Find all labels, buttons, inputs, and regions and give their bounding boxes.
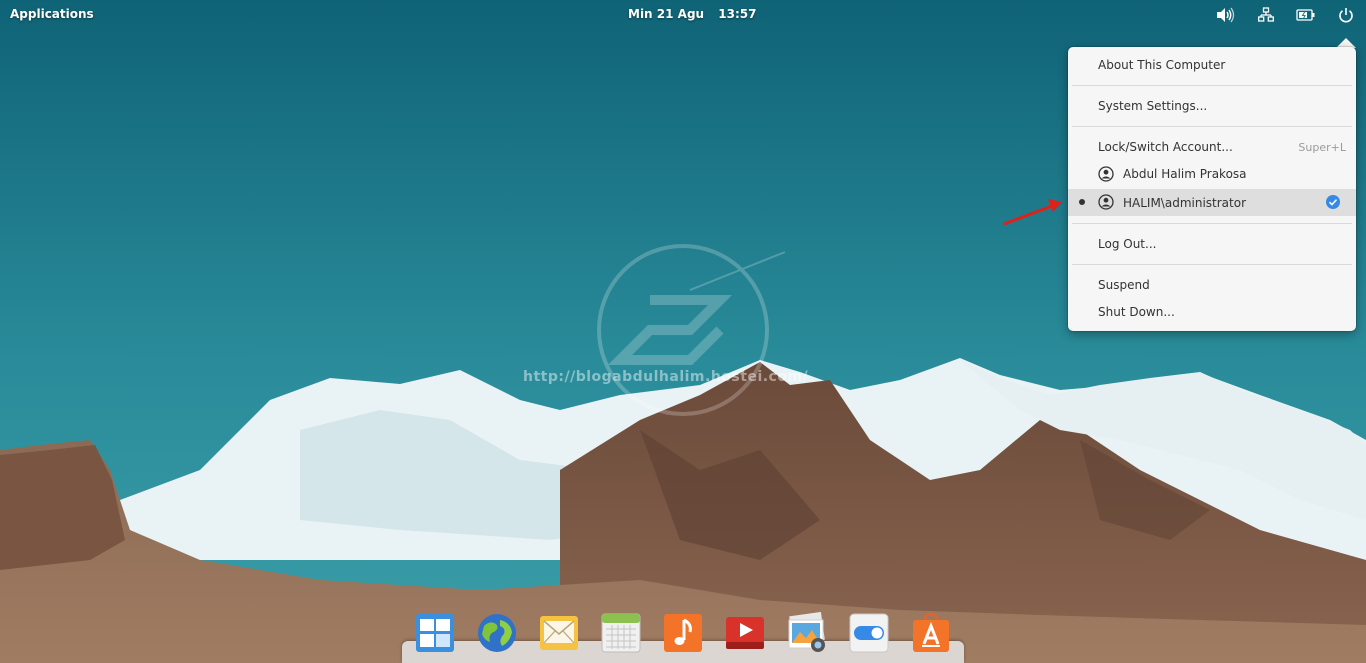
top-panel: Applications Min 21 Agu 13:57 bbox=[0, 0, 1366, 30]
shut-down-label: Shut Down... bbox=[1098, 305, 1175, 319]
app-center-icon[interactable] bbox=[910, 612, 952, 654]
suspend-label: Suspend bbox=[1098, 278, 1150, 292]
multitasking-view-icon[interactable] bbox=[414, 612, 456, 654]
about-this-computer-item[interactable]: About This Computer bbox=[1068, 52, 1356, 78]
log-out-label: Log Out... bbox=[1098, 237, 1157, 251]
applications-menu-button[interactable]: Applications bbox=[10, 7, 94, 21]
system-settings-item[interactable]: System Settings... bbox=[1068, 93, 1356, 119]
menu-separator bbox=[1072, 264, 1352, 265]
about-label: About This Computer bbox=[1098, 58, 1226, 72]
date-time-indicator[interactable]: Min 21 Agu 13:57 bbox=[628, 7, 766, 21]
volume-icon[interactable] bbox=[1215, 6, 1235, 24]
user-avatar-icon bbox=[1098, 194, 1114, 210]
user-item-abdul-halim[interactable]: Abdul Halim Prakosa bbox=[1068, 161, 1356, 187]
system-settings-label: System Settings... bbox=[1098, 99, 1208, 113]
time-label: 13:57 bbox=[718, 7, 757, 21]
music-icon[interactable] bbox=[662, 612, 704, 654]
lock-shortcut-label: Super+L bbox=[1298, 140, 1346, 154]
power-icon[interactable] bbox=[1336, 6, 1356, 24]
user-name-label: HALIM\administrator bbox=[1123, 195, 1247, 210]
session-menu: About This Computer System Settings... L… bbox=[1068, 47, 1356, 331]
annotation-arrow-icon bbox=[1003, 199, 1062, 226]
network-icon[interactable] bbox=[1256, 6, 1276, 24]
shut-down-item[interactable]: Shut Down... bbox=[1068, 299, 1356, 325]
log-out-item[interactable]: Log Out... bbox=[1068, 231, 1356, 257]
mail-icon[interactable] bbox=[538, 612, 580, 654]
calendar-icon[interactable] bbox=[600, 612, 642, 654]
lock-label: Lock/Switch Account... bbox=[1098, 140, 1233, 154]
user-name-label: Abdul Halim Prakosa bbox=[1123, 167, 1247, 181]
videos-icon[interactable] bbox=[724, 612, 766, 654]
battery-icon[interactable] bbox=[1296, 6, 1316, 24]
date-label: Min 21 Agu bbox=[628, 7, 705, 21]
photos-icon[interactable] bbox=[786, 611, 828, 654]
lock-switch-account-item[interactable]: Lock/Switch Account... Super+L bbox=[1068, 134, 1356, 160]
system-settings-icon[interactable] bbox=[848, 612, 890, 654]
active-session-bullet bbox=[1079, 199, 1085, 205]
suspend-item[interactable]: Suspend bbox=[1068, 272, 1356, 298]
user-avatar-icon bbox=[1098, 166, 1114, 182]
checkmark-icon bbox=[1326, 195, 1340, 209]
user-item-halim-administrator[interactable]: HALIM\administrator bbox=[1068, 189, 1356, 216]
menu-separator bbox=[1072, 126, 1352, 127]
menu-separator bbox=[1072, 85, 1352, 86]
menu-separator bbox=[1072, 223, 1352, 224]
watermark-url-text: http://blogabdulhalim.hostei.com/ bbox=[523, 369, 809, 385]
web-browser-icon[interactable] bbox=[476, 612, 518, 654]
